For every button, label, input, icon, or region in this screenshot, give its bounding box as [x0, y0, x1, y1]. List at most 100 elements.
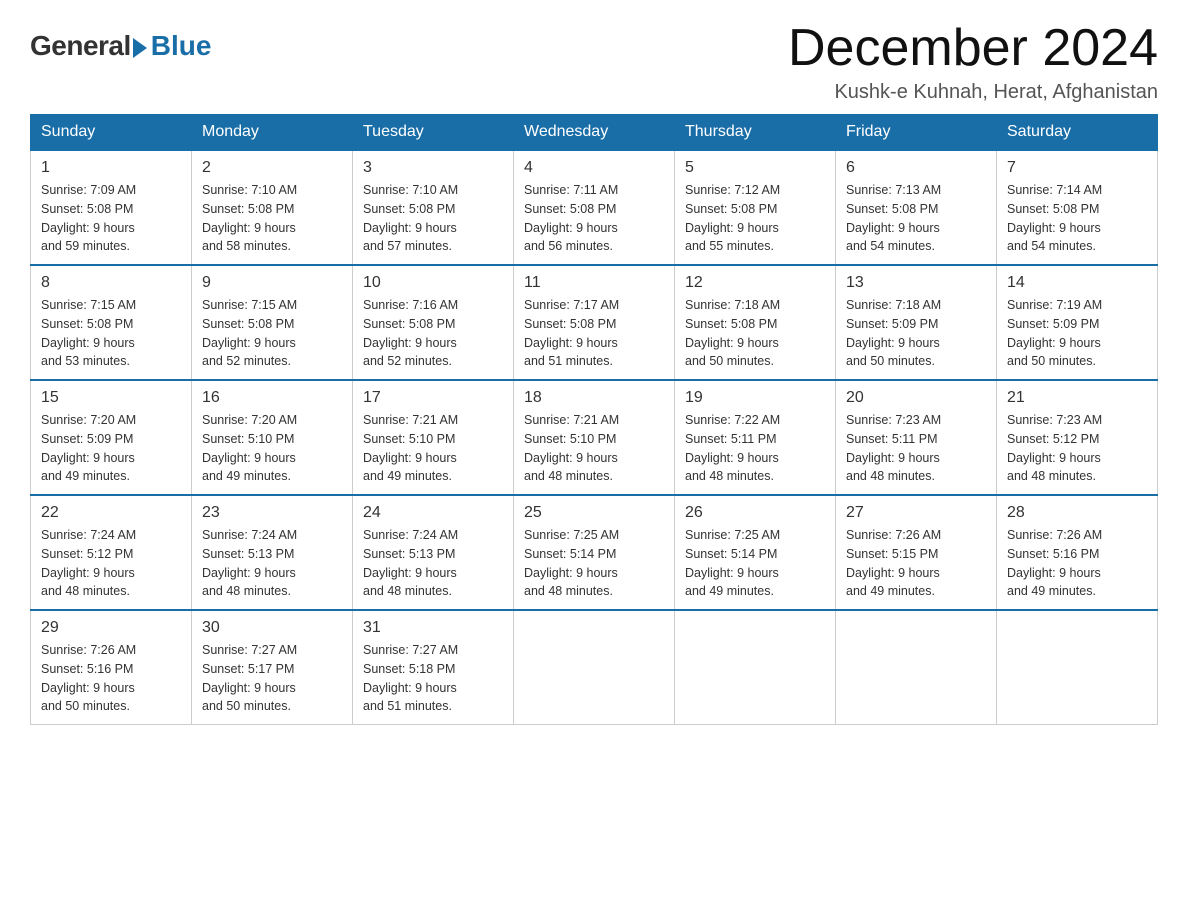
day-number: 12: [685, 274, 825, 292]
calendar-cell: 5 Sunrise: 7:12 AM Sunset: 5:08 PM Dayli…: [675, 150, 836, 265]
calendar-cell: 17 Sunrise: 7:21 AM Sunset: 5:10 PM Dayl…: [353, 380, 514, 495]
sunrise-label: Sunrise: 7:24 AM: [41, 528, 136, 542]
sunset-label: Sunset: 5:16 PM: [41, 662, 133, 676]
daylight-label: Daylight: 9 hours: [524, 221, 618, 235]
sunrise-label: Sunrise: 7:27 AM: [363, 643, 458, 657]
calendar-cell: 11 Sunrise: 7:17 AM Sunset: 5:08 PM Dayl…: [514, 265, 675, 380]
day-number: 23: [202, 504, 342, 522]
day-number: 24: [363, 504, 503, 522]
calendar-cell: 22 Sunrise: 7:24 AM Sunset: 5:12 PM Dayl…: [31, 495, 192, 610]
day-info: Sunrise: 7:18 AM Sunset: 5:08 PM Dayligh…: [685, 296, 825, 371]
calendar-cell: 15 Sunrise: 7:20 AM Sunset: 5:09 PM Dayl…: [31, 380, 192, 495]
sunrise-label: Sunrise: 7:20 AM: [41, 413, 136, 427]
day-number: 9: [202, 274, 342, 292]
sunset-label: Sunset: 5:09 PM: [846, 317, 938, 331]
daylight-minutes: and 48 minutes.: [41, 584, 130, 598]
calendar-cell: 10 Sunrise: 7:16 AM Sunset: 5:08 PM Dayl…: [353, 265, 514, 380]
sunrise-label: Sunrise: 7:26 AM: [1007, 528, 1102, 542]
sunrise-label: Sunrise: 7:25 AM: [685, 528, 780, 542]
day-number: 25: [524, 504, 664, 522]
sunset-label: Sunset: 5:10 PM: [363, 432, 455, 446]
sunset-label: Sunset: 5:08 PM: [524, 202, 616, 216]
day-info: Sunrise: 7:26 AM Sunset: 5:16 PM Dayligh…: [41, 641, 181, 716]
calendar-week-row: 22 Sunrise: 7:24 AM Sunset: 5:12 PM Dayl…: [31, 495, 1158, 610]
sunset-label: Sunset: 5:18 PM: [363, 662, 455, 676]
daylight-label: Daylight: 9 hours: [846, 566, 940, 580]
sunset-label: Sunset: 5:10 PM: [524, 432, 616, 446]
day-info: Sunrise: 7:20 AM Sunset: 5:10 PM Dayligh…: [202, 411, 342, 486]
calendar-cell: 30 Sunrise: 7:27 AM Sunset: 5:17 PM Dayl…: [192, 610, 353, 725]
daylight-label: Daylight: 9 hours: [685, 451, 779, 465]
calendar-cell: [675, 610, 836, 725]
sunrise-label: Sunrise: 7:22 AM: [685, 413, 780, 427]
day-info: Sunrise: 7:21 AM Sunset: 5:10 PM Dayligh…: [363, 411, 503, 486]
day-info: Sunrise: 7:19 AM Sunset: 5:09 PM Dayligh…: [1007, 296, 1147, 371]
calendar-cell: 27 Sunrise: 7:26 AM Sunset: 5:15 PM Dayl…: [836, 495, 997, 610]
day-number: 1: [41, 159, 181, 177]
sunrise-label: Sunrise: 7:18 AM: [685, 298, 780, 312]
sunset-label: Sunset: 5:08 PM: [685, 317, 777, 331]
sunset-label: Sunset: 5:14 PM: [524, 547, 616, 561]
day-number: 21: [1007, 389, 1147, 407]
calendar-cell: 31 Sunrise: 7:27 AM Sunset: 5:18 PM Dayl…: [353, 610, 514, 725]
day-number: 22: [41, 504, 181, 522]
calendar-table: SundayMondayTuesdayWednesdayThursdayFrid…: [30, 114, 1158, 725]
daylight-minutes: and 49 minutes.: [685, 584, 774, 598]
daylight-label: Daylight: 9 hours: [41, 221, 135, 235]
daylight-label: Daylight: 9 hours: [1007, 221, 1101, 235]
sunset-label: Sunset: 5:09 PM: [1007, 317, 1099, 331]
sunrise-label: Sunrise: 7:21 AM: [524, 413, 619, 427]
day-info: Sunrise: 7:23 AM Sunset: 5:11 PM Dayligh…: [846, 411, 986, 486]
sunset-label: Sunset: 5:17 PM: [202, 662, 294, 676]
sunrise-label: Sunrise: 7:18 AM: [846, 298, 941, 312]
logo-general-text: General: [30, 30, 131, 62]
day-info: Sunrise: 7:24 AM Sunset: 5:12 PM Dayligh…: [41, 526, 181, 601]
calendar-week-row: 15 Sunrise: 7:20 AM Sunset: 5:09 PM Dayl…: [31, 380, 1158, 495]
daylight-label: Daylight: 9 hours: [363, 451, 457, 465]
day-number: 4: [524, 159, 664, 177]
daylight-minutes: and 50 minutes.: [41, 699, 130, 713]
calendar-cell: 13 Sunrise: 7:18 AM Sunset: 5:09 PM Dayl…: [836, 265, 997, 380]
day-number: 6: [846, 159, 986, 177]
day-info: Sunrise: 7:15 AM Sunset: 5:08 PM Dayligh…: [41, 296, 181, 371]
sunset-label: Sunset: 5:08 PM: [1007, 202, 1099, 216]
sunrise-label: Sunrise: 7:12 AM: [685, 183, 780, 197]
sunset-label: Sunset: 5:13 PM: [202, 547, 294, 561]
sunset-label: Sunset: 5:13 PM: [363, 547, 455, 561]
day-info: Sunrise: 7:27 AM Sunset: 5:17 PM Dayligh…: [202, 641, 342, 716]
daylight-label: Daylight: 9 hours: [363, 221, 457, 235]
day-info: Sunrise: 7:27 AM Sunset: 5:18 PM Dayligh…: [363, 641, 503, 716]
daylight-minutes: and 50 minutes.: [685, 354, 774, 368]
calendar-cell: 8 Sunrise: 7:15 AM Sunset: 5:08 PM Dayli…: [31, 265, 192, 380]
sunset-label: Sunset: 5:10 PM: [202, 432, 294, 446]
weekday-header-wednesday: Wednesday: [514, 115, 675, 151]
day-number: 27: [846, 504, 986, 522]
daylight-minutes: and 49 minutes.: [1007, 584, 1096, 598]
day-info: Sunrise: 7:25 AM Sunset: 5:14 PM Dayligh…: [685, 526, 825, 601]
daylight-label: Daylight: 9 hours: [202, 566, 296, 580]
day-number: 30: [202, 619, 342, 637]
calendar-cell: 14 Sunrise: 7:19 AM Sunset: 5:09 PM Dayl…: [997, 265, 1158, 380]
day-number: 3: [363, 159, 503, 177]
daylight-minutes: and 49 minutes.: [363, 469, 452, 483]
daylight-label: Daylight: 9 hours: [41, 566, 135, 580]
weekday-header-thursday: Thursday: [675, 115, 836, 151]
sunset-label: Sunset: 5:11 PM: [685, 432, 777, 446]
daylight-label: Daylight: 9 hours: [202, 681, 296, 695]
sunrise-label: Sunrise: 7:27 AM: [202, 643, 297, 657]
daylight-minutes: and 48 minutes.: [524, 469, 613, 483]
day-info: Sunrise: 7:10 AM Sunset: 5:08 PM Dayligh…: [202, 181, 342, 256]
title-section: December 2024 Kushk-e Kuhnah, Herat, Afg…: [788, 20, 1158, 104]
day-info: Sunrise: 7:16 AM Sunset: 5:08 PM Dayligh…: [363, 296, 503, 371]
day-number: 18: [524, 389, 664, 407]
day-number: 31: [363, 619, 503, 637]
calendar-cell: 20 Sunrise: 7:23 AM Sunset: 5:11 PM Dayl…: [836, 380, 997, 495]
day-number: 13: [846, 274, 986, 292]
calendar-week-row: 8 Sunrise: 7:15 AM Sunset: 5:08 PM Dayli…: [31, 265, 1158, 380]
daylight-label: Daylight: 9 hours: [685, 336, 779, 350]
day-number: 16: [202, 389, 342, 407]
day-number: 17: [363, 389, 503, 407]
sunrise-label: Sunrise: 7:13 AM: [846, 183, 941, 197]
sunrise-label: Sunrise: 7:15 AM: [202, 298, 297, 312]
logo-arrow-icon: [133, 38, 147, 58]
